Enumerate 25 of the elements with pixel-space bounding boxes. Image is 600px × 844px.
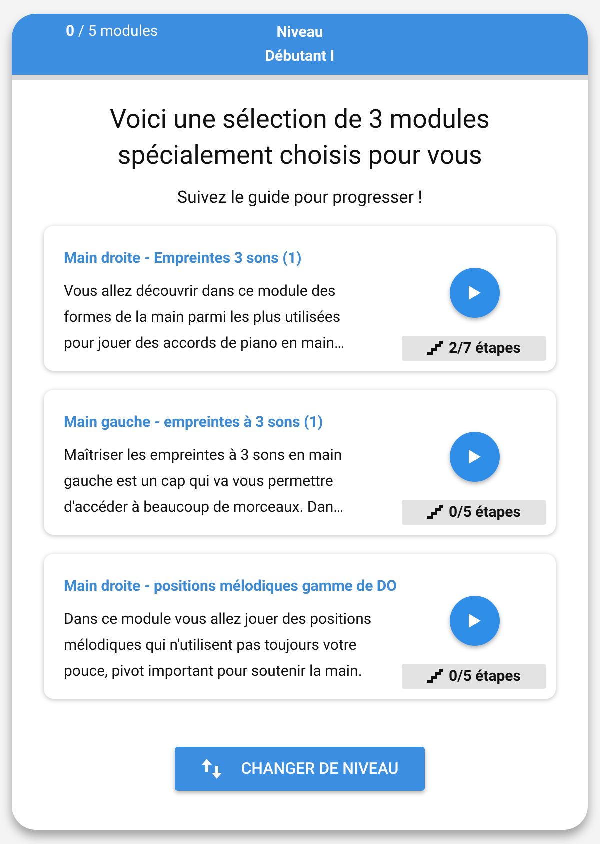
play-icon [469,286,481,300]
play-icon [469,614,481,628]
heading: Voici une sélection de 3 modules spécialement choisis pour vous [109,104,491,173]
module-description: Maîtriser les empreintes à 3 sons en main gauche est un cap qui va vous permettre d'accéder à beaucoup de morceaux. Dan… [64,444,344,518]
play-button[interactable] [450,268,500,318]
module-count: 0 / 5 modules [66,21,158,42]
play-icon [469,450,481,464]
swap-arrows-icon [201,758,224,780]
stairs-icon [427,341,444,355]
play-button[interactable] [450,596,500,646]
module-description: Vous allez découvrir dans ce module des formes de la main parmi les plus utilisées pour jouer des accords de piano en main… [64,280,345,354]
module-description: Dans ce module vous allez jouer des positions mélodiques qui n'utilisent pas toujours votre pouce, pivot important pour soutenir la main. [64,608,372,682]
steps-badge: 2/7 étapes [402,336,546,360]
level-name: Débutant I [265,46,335,67]
subtitle: Suivez le guide pour progresser ! [176,187,424,210]
level-label: Niveau [276,22,324,43]
stairs-icon [427,505,444,519]
module-title: Main droite - Empreintes 3 sons (1) [64,248,302,268]
change-level-button[interactable]: CHANGER DE NIVEAU [175,746,425,790]
module-title: Main gauche - empreintes à 3 sons (1) [64,412,324,432]
module-title: Main droite - positions mélodiques gamme de DO [64,576,398,596]
play-button[interactable] [450,432,500,482]
steps-badge: 0/5 étapes [402,664,546,688]
stairs-icon [427,669,444,683]
steps-badge: 0/5 étapes [402,500,546,524]
